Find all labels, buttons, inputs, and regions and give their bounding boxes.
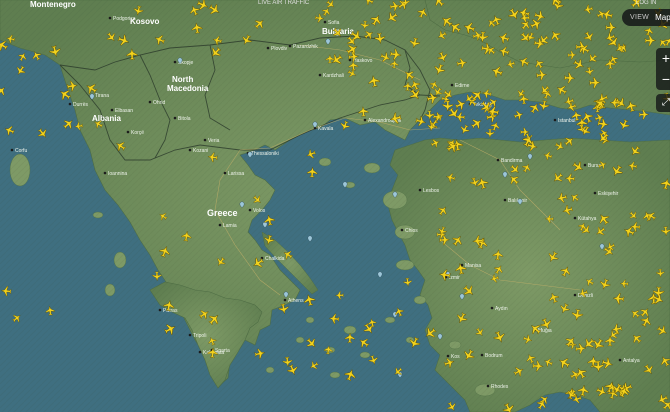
city-dot [288,44,292,48]
city-label[interactable]: Plovdiv [271,46,288,52]
city-label[interactable]: Kos [451,354,460,360]
city-label[interactable]: Chios [405,228,418,234]
city-dot [418,188,422,192]
city-dot [450,83,454,87]
city-dot [318,73,322,77]
city-dot [490,306,494,310]
city-label[interactable]: Lamia [223,223,237,229]
flight-map[interactable]: MontenegroKosovoAlbaniaNorthMacedoniaBul… [0,0,670,412]
top-link-login[interactable]: LOG IN [636,0,656,6]
country-label-macedonia: Macedonia [167,84,209,93]
city-label[interactable]: Kardzhali [323,73,344,79]
city-label[interactable]: Thessaloniki [251,151,279,157]
city-dot [248,208,252,212]
city-dot [108,16,112,20]
city-label[interactable]: Eskişehir [598,191,619,197]
city-label[interactable]: Volos [253,208,266,214]
city-dot [173,60,177,64]
city-dot [188,148,192,152]
city-label[interactable]: Athens [288,298,304,304]
city-label[interactable]: Durrës [73,102,89,108]
view-toggle[interactable]: VIEW Map [622,9,670,26]
city-dot [573,216,577,220]
city-dot [148,100,152,104]
city-label[interactable]: Manisa [465,263,481,269]
city-label[interactable]: Tripoli [193,333,206,339]
city-label[interactable]: Kavala [318,126,334,132]
city-dot [593,191,597,195]
city-label[interactable]: Lesbos [423,188,440,194]
city-label[interactable]: Edirne [455,83,470,89]
city-dot [283,298,287,302]
city-label[interactable]: Kozani [193,148,208,154]
city-label[interactable]: Istanbul [558,118,576,124]
city-label[interactable]: Haskovo [353,58,373,64]
city-label[interactable]: Elbasan [115,108,133,114]
city-dot [188,333,192,337]
city-dot [223,171,227,175]
city-label[interactable]: Pazardzhik [293,44,318,50]
city-dot [323,20,327,24]
city-label[interactable]: Kütahya [578,216,597,222]
city-label[interactable]: Veria [208,138,220,144]
city-dot [110,108,114,112]
city-label[interactable]: Podgorica [113,16,136,22]
city-label[interactable]: Korçë [131,130,144,136]
city-label[interactable]: Aydın [495,306,508,312]
city-label[interactable]: Ohrid [153,100,165,106]
city-label[interactable]: Patras [163,308,178,314]
city-dot [103,171,107,175]
city-dot [10,148,14,152]
city-dot [503,198,507,202]
city-dot [480,353,484,357]
city-label[interactable]: Bodrum [485,353,503,359]
zoom-out-button[interactable]: − [656,69,670,90]
city-label[interactable]: Sofia [328,20,340,26]
city-label[interactable]: Rhodes [491,384,509,390]
city-label[interactable]: Bitola [178,116,191,122]
city-label[interactable]: Bandirma [501,158,523,164]
city-dot [266,46,270,50]
city-label[interactable]: İzmir [449,274,460,281]
country-label-north: North [172,75,193,84]
top-link-live[interactable]: LIVE AIR TRAFFIC [258,0,309,6]
city-dot [553,118,557,122]
country-label-albania: Albania [92,114,121,123]
city-dot [68,102,72,106]
city-dot [496,158,500,162]
city-label[interactable]: Larissa [228,171,244,177]
city-dot [400,228,404,232]
country-label-greece: Greece [207,208,238,218]
city-dot [573,293,577,297]
country-label-montenegro: Montenegro [30,0,76,9]
city-dot [203,138,207,142]
city-dot [583,163,587,167]
city-label[interactable]: Tirana [95,93,109,99]
zoom-in-button[interactable]: + [656,48,670,69]
view-label: VIEW [630,14,650,21]
city-label[interactable]: Chalkida [265,256,285,262]
city-label[interactable]: Corfu [15,148,27,154]
city-dot [173,116,177,120]
city-dot [446,354,450,358]
city-dot [618,358,622,362]
fullscreen-button[interactable]: ⤢ [656,94,670,112]
city-dot [198,350,202,354]
city-dot [158,308,162,312]
zoom-control[interactable]: + − [656,48,670,90]
map-view-button[interactable]: Map [655,13,670,22]
map-canvas[interactable]: MontenegroKosovoAlbaniaNorthMacedoniaBul… [0,0,670,412]
city-label[interactable]: Ioannina [108,171,127,177]
city-dot [363,118,367,122]
city-dot [486,384,490,388]
city-dot [126,130,130,134]
city-label[interactable]: Sparta [215,348,230,354]
city-label[interactable]: Antalya [623,358,640,364]
city-dot [218,223,222,227]
